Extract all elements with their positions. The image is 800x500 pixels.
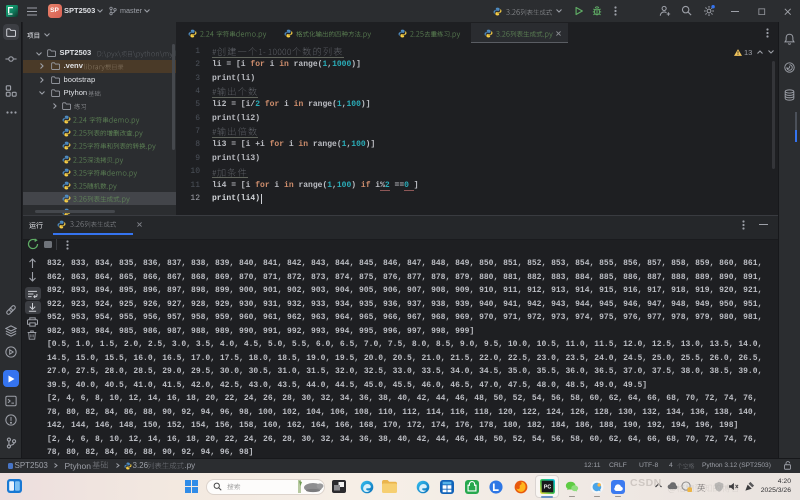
svg-text:PC: PC	[544, 484, 552, 490]
